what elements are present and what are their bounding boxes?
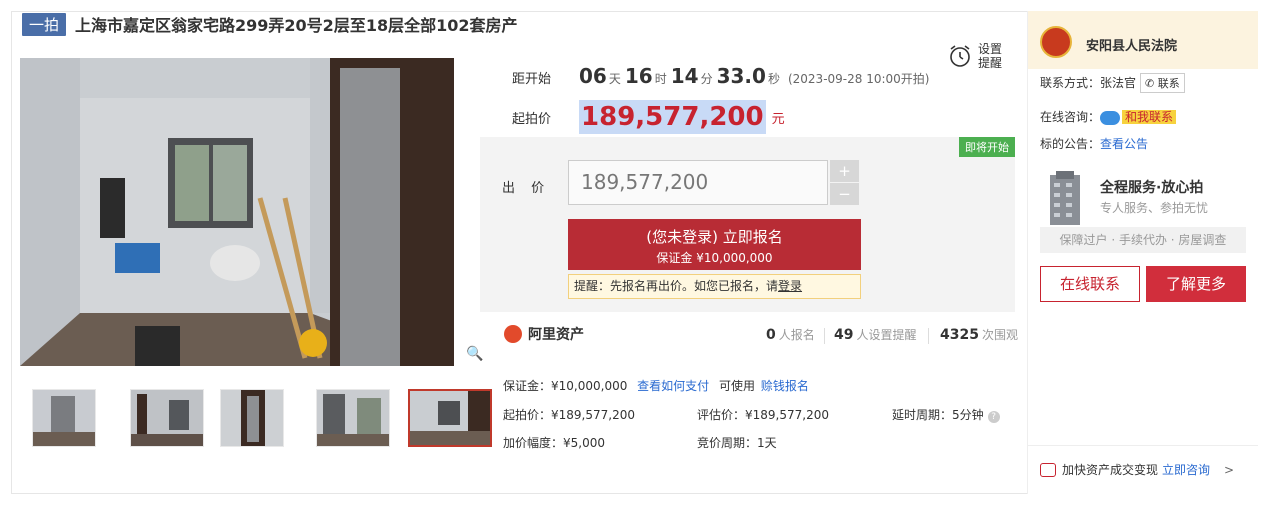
thumbnail[interactable]: [130, 389, 204, 447]
status-badge: 即将开始: [959, 137, 1015, 157]
signup-label: (您未登录) 立即报名: [646, 228, 783, 246]
service-features: 保障过户 · 手续代办 · 房屋调查: [1040, 227, 1246, 253]
chat-icon: [1100, 110, 1121, 125]
consult-row: 在线咨询： 和我联系: [1040, 108, 1177, 125]
learn-more-button[interactable]: 了解更多: [1146, 266, 1246, 302]
service-subtitle: 专人服务、参拍无忧: [1100, 201, 1209, 215]
info-delay: 延时周期：5分钟?: [892, 406, 1000, 423]
building-icon: [1050, 171, 1080, 225]
court-emblem-icon: [1040, 26, 1072, 58]
phone-icon: ✆: [1145, 77, 1155, 90]
consult-now-row[interactable]: 加快资产成交变现 立即咨询 >: [1040, 461, 1234, 478]
reminder-label-1: 设置: [978, 42, 1003, 56]
page-title: 一拍 上海市嘉定区翁家宅路299弄20号2层至18层全部102套房产: [22, 10, 517, 38]
contact-button[interactable]: ✆ 联系: [1140, 73, 1185, 93]
countdown-hours: 16: [624, 64, 653, 88]
divider: [1028, 445, 1258, 446]
start-time: (2023-09-28 10:00开拍): [787, 72, 930, 86]
reminder-count: 49 人设置提醒: [834, 327, 917, 343]
thumbnail[interactable]: [316, 389, 390, 447]
login-tip: 提醒：先报名再出价。如您已报名，请登录: [568, 274, 861, 299]
divider: [928, 328, 929, 344]
divider: [824, 328, 825, 344]
alarm-clock-icon: [950, 45, 970, 67]
thumbnail-active[interactable]: [408, 389, 492, 447]
minutes-unit: 分: [700, 72, 713, 86]
court-header: 安阳县人民法院: [1028, 11, 1258, 69]
consult-now-link[interactable]: 立即咨询: [1162, 461, 1210, 478]
info-cycle: 竞价周期：1天: [697, 436, 777, 450]
start-price-label: 起拍价: [512, 111, 552, 127]
chevron-right-icon: >: [1224, 462, 1235, 477]
service-title: 全程服务·放心拍: [1100, 180, 1204, 196]
view-notice-link[interactable]: 查看公告: [1100, 137, 1148, 151]
signup-button[interactable]: (您未登录) 立即报名 保证金 ¥10,000,000: [568, 219, 861, 270]
service-block: 全程服务·放心拍 专人服务、参拍无忧: [1040, 171, 1250, 227]
info-start-price: 起拍价：¥189,577,200: [503, 408, 635, 422]
reminder-label-2: 提醒: [978, 56, 1003, 70]
how-to-pay-link[interactable]: 查看如何支付: [637, 379, 709, 393]
tip-text: 提醒：先报名再出价。如您已报名，请: [574, 279, 779, 293]
countdown-days: 06: [579, 64, 607, 88]
property-title: 上海市嘉定区翁家宅路299弄20号2层至18层全部102套房产: [75, 16, 518, 35]
countdown-seconds: 33.0: [716, 64, 766, 88]
zoom-icon[interactable]: 🔍: [466, 346, 483, 362]
help-icon[interactable]: ?: [987, 411, 1000, 423]
thumbnail-strip: [20, 389, 492, 449]
price-unit: 元: [771, 111, 785, 127]
notice-row: 标的公告：查看公告: [1040, 137, 1149, 151]
decrease-bid-button[interactable]: −: [830, 183, 859, 205]
ali-asset-icon: [504, 325, 522, 343]
bid-area: 即将开始 出 价 189,577,200 + − (您未登录) 立即报名 保证金…: [480, 137, 1015, 312]
online-contact-button[interactable]: 在线联系: [1040, 266, 1140, 302]
seconds-unit: 秒: [767, 72, 780, 86]
court-panel: 安阳县人民法院 联系方式：张法官 ✆ 联系 在线咨询： 和我联系 标的公告：查看公告…: [1027, 11, 1258, 494]
platform-name: 阿里资产: [528, 327, 584, 343]
contact-me-link[interactable]: 和我联系: [1122, 110, 1177, 124]
days-unit: 天: [608, 72, 621, 86]
bid-input[interactable]: 189,577,200: [568, 160, 828, 205]
info-appraisal: 评估价：¥189,577,200: [697, 408, 829, 422]
deposit-info: 保证金：¥10,000,000 查看如何支付 可使用 赊钱报名: [503, 379, 809, 393]
increase-bid-button[interactable]: +: [830, 160, 859, 182]
signup-deposit: 保证金 ¥10,000,000: [656, 251, 773, 265]
court-name[interactable]: 安阳县人民法院: [1086, 35, 1177, 54]
countdown-label: 距开始: [512, 72, 552, 87]
countdown: 距开始 06 天 16 时 14 分 33.0 秒 (2023-09-28 10…: [512, 64, 929, 88]
asset-icon: [1040, 462, 1056, 477]
hours-unit: 时: [654, 72, 667, 86]
loan-signup-link[interactable]: 赊钱报名: [761, 379, 809, 393]
signup-count: 0 人报名: [766, 327, 815, 343]
main-photo[interactable]: [20, 58, 454, 366]
start-price-value: 189,577,200: [579, 100, 766, 134]
contact-row: 联系方式：张法官 ✆ 联系: [1040, 73, 1185, 93]
set-reminder-button[interactable]: 设置 提醒: [948, 42, 1002, 70]
info-increment: 加价幅度：¥5,000: [503, 436, 605, 450]
login-link[interactable]: 登录: [778, 279, 802, 293]
bid-label: 出 价: [502, 181, 551, 196]
start-price-row: 起拍价 189,577,200 元: [512, 100, 785, 134]
view-count: 4325 次围观: [940, 327, 1018, 343]
thumbnail[interactable]: [220, 389, 284, 447]
stats-bar: 阿里资产 0 人报名 49 人设置提醒 4325 次围观: [492, 324, 1019, 358]
auction-round-tag: 一拍: [22, 12, 67, 36]
platform-logo[interactable]: 阿里资产: [504, 324, 584, 344]
countdown-minutes: 14: [670, 64, 699, 88]
thumbnail[interactable]: [32, 389, 96, 447]
